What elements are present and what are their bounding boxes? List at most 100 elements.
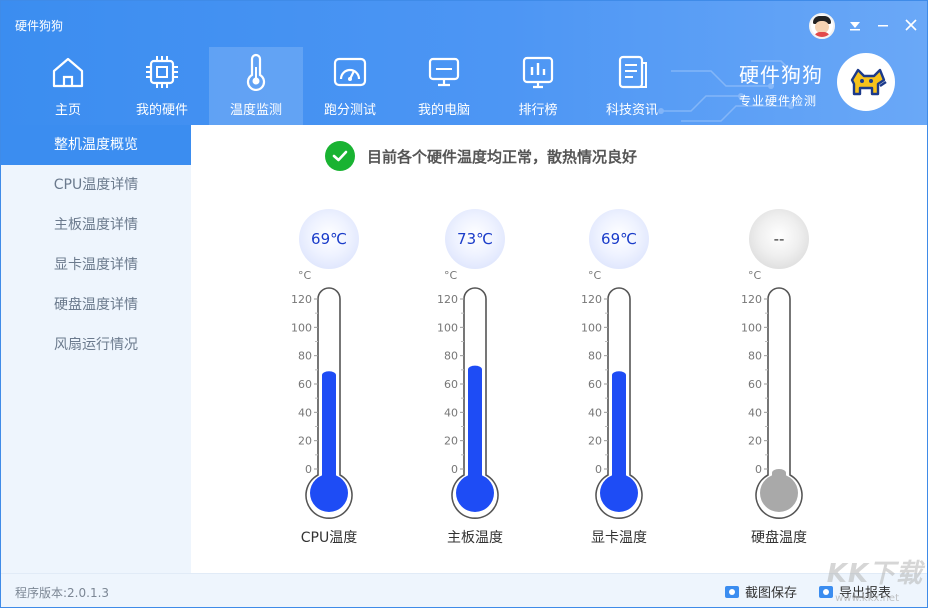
temperature-reading: 69℃: [299, 209, 359, 269]
footer: 程序版本:2.0.1.3 截图保存 导出报表: [1, 573, 927, 607]
nav-benchmark[interactable]: 跑分测试: [303, 47, 397, 125]
nav-label: 科技资讯: [606, 99, 658, 118]
tick-label: 80: [444, 350, 458, 363]
avatar[interactable]: [809, 13, 835, 39]
minimize-button[interactable]: [875, 18, 891, 34]
tick-label: 120: [291, 293, 312, 306]
thermometer-icon: [237, 53, 275, 91]
tick-label: 20: [444, 435, 458, 448]
tick-label: 120: [741, 293, 762, 306]
tick-label: 60: [588, 378, 602, 391]
brand-subtitle: 专业硬件检测: [739, 92, 823, 109]
temperature-reading: 69℃: [589, 209, 649, 269]
tick-label: 40: [748, 406, 762, 419]
tick-label: 60: [444, 378, 458, 391]
temperature-fill: [468, 366, 482, 493]
dog-logo-icon: [837, 53, 895, 111]
tick-label: 80: [748, 350, 762, 363]
watermark: KK下载: [827, 553, 923, 590]
tick-label: 0: [451, 463, 458, 476]
temperature-reading: 73℃: [445, 209, 505, 269]
nav-label: 排行榜: [518, 99, 557, 118]
nav-label: 温度监测: [230, 99, 282, 118]
status-banner: 目前各个硬件温度均正常，散热情况良好: [325, 141, 637, 171]
thermometer-bulb: [456, 474, 494, 512]
tick-label: 60: [298, 378, 312, 391]
camera-icon: [725, 586, 739, 598]
monitor-icon: [425, 53, 463, 91]
status-text: 目前各个硬件温度均正常，散热情况良好: [367, 146, 637, 167]
brand-name: 硬件狗狗: [739, 59, 823, 88]
nav-label: 跑分测试: [324, 99, 376, 118]
nav-temperature[interactable]: 温度监测: [209, 47, 303, 125]
close-button[interactable]: [903, 18, 919, 34]
thermometer-tube: 120 100 80 60 40 20 0: [567, 279, 697, 529]
tick-label: 120: [581, 293, 602, 306]
thermometer-tube: 120 100 80 60 40 20 0: [423, 279, 553, 529]
version-text: 程序版本:2.0.1.3: [15, 584, 109, 601]
check-icon: [325, 141, 355, 171]
header: 硬件狗狗: [1, 1, 927, 125]
screenshot-label: 截图保存: [745, 582, 797, 601]
gauge-label: CPU温度: [264, 527, 394, 547]
thermometer-bulb: [760, 474, 798, 512]
thermometer-gauge: --°C120100806040200硬盘温度: [727, 205, 857, 555]
watermark-url: www.kkx.net: [835, 593, 899, 604]
tick-label: 60: [748, 378, 762, 391]
sidebar-item-motherboard[interactable]: 主板温度详情: [1, 205, 191, 245]
tick-label: 80: [298, 350, 312, 363]
tick-label: 20: [298, 435, 312, 448]
tick-label: 20: [588, 435, 602, 448]
sidebar-item-overview[interactable]: 整机温度概览: [1, 125, 191, 165]
tick-label: 120: [437, 293, 458, 306]
tick-label: 40: [444, 406, 458, 419]
thermometer-tube: 120100806040200: [727, 279, 857, 529]
thermometer-gauge: 69℃°C120100806040200显卡温度: [567, 205, 697, 555]
tick-label: 0: [305, 463, 312, 476]
nav-tech-news[interactable]: 科技资讯: [585, 47, 679, 125]
tick-label: 0: [595, 463, 602, 476]
sidebar-item-gpu[interactable]: 显卡温度详情: [1, 245, 191, 285]
nav-label: 主页: [55, 99, 81, 118]
thermometer-gauge: 69℃°C120100806040200CPU温度: [277, 205, 407, 555]
temperature-reading: --: [749, 209, 809, 269]
tick-label: 100: [741, 321, 762, 334]
screenshot-button[interactable]: 截图保存: [725, 582, 797, 601]
sidebar-item-disk[interactable]: 硬盘温度详情: [1, 285, 191, 325]
gauge-label: 主板温度: [410, 527, 540, 547]
app-title: 硬件狗狗: [15, 17, 63, 34]
gauge-label: 显卡温度: [554, 527, 684, 547]
tick-label: 40: [298, 406, 312, 419]
nav-my-hardware[interactable]: 我的硬件: [115, 47, 209, 125]
tick-label: 100: [581, 321, 602, 334]
chip-icon: [143, 53, 181, 91]
tick-label: 100: [291, 321, 312, 334]
nav-ranking[interactable]: 排行榜: [491, 47, 585, 125]
news-icon: [613, 53, 651, 91]
gauge-label: 硬盘温度: [714, 527, 844, 547]
tick-label: 100: [437, 321, 458, 334]
app-window: 硬件狗狗: [0, 0, 928, 608]
ranking-icon: [519, 53, 557, 91]
sidebar-item-fan[interactable]: 风扇运行情况: [1, 325, 191, 365]
sidebar-item-cpu[interactable]: CPU温度详情: [1, 165, 191, 205]
tick-label: 20: [748, 435, 762, 448]
thermometer-bulb: [310, 474, 348, 512]
nav-home[interactable]: 主页: [21, 47, 115, 125]
window-controls: [809, 13, 919, 39]
thermometer-tube: 120 100 80 60 40 20 0: [277, 279, 407, 529]
main-nav: 主页 我的硬件 温度监测 跑分测试 我的电脑 排行榜: [21, 47, 679, 125]
thermometer-gauge: 73℃°C120100806040200主板温度: [423, 205, 553, 555]
nav-label: 我的电脑: [418, 99, 470, 118]
sidebar: 整机温度概览 CPU温度详情 主板温度详情 显卡温度详情 硬盘温度详情 风扇运行…: [1, 125, 191, 573]
brand: 硬件狗狗 专业硬件检测: [739, 59, 823, 109]
thermometer-bulb: [600, 474, 638, 512]
home-icon: [49, 53, 87, 91]
speedometer-icon: [331, 53, 369, 91]
dropdown-icon[interactable]: [847, 18, 863, 34]
nav-my-computer[interactable]: 我的电脑: [397, 47, 491, 125]
tick-label: 80: [588, 350, 602, 363]
main-panel: 目前各个硬件温度均正常，散热情况良好 69℃°C120100806040200C…: [191, 125, 927, 573]
nav-label: 我的硬件: [136, 99, 188, 118]
tick-label: 40: [588, 406, 602, 419]
